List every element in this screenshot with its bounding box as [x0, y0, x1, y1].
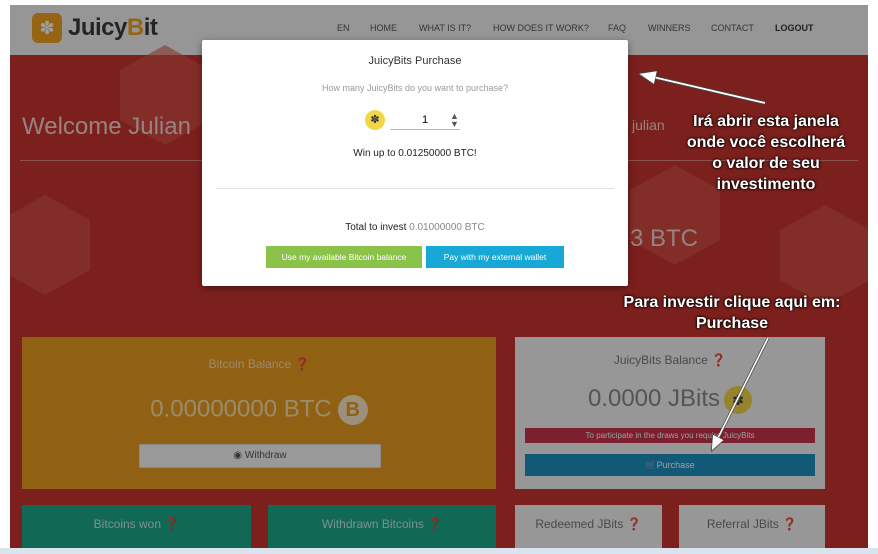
win-up-to-text: Win up to 0.01250000 BTC!	[353, 148, 477, 159]
os-taskbar	[0, 548, 878, 554]
screenshot-frame: ✽ JuicyBit EN HOME WHAT IS IT? HOW DOES …	[0, 0, 878, 554]
juicybit-coin-icon: ✽	[365, 110, 385, 130]
stepper-down-icon[interactable]: ▼	[450, 119, 459, 129]
annotation-window-explanation: Irá abrir esta janela onde você escolher…	[686, 113, 846, 193]
pay-external-wallet-button[interactable]: Pay with my external wallet	[426, 246, 564, 268]
modal-divider	[216, 188, 614, 189]
annotation-purchase-explanation: Para investir clique aqui em: Purchase	[623, 294, 841, 332]
use-bitcoin-balance-button[interactable]: Use my available Bitcoin balance	[266, 246, 422, 268]
modal-title: JuicyBits Purchase	[368, 55, 462, 67]
quantity-stepper[interactable]: ▲ ▼	[450, 112, 459, 129]
juicybits-purchase-modal: JuicyBits Purchase How many JuicyBits do…	[202, 40, 628, 286]
total-label: Total to invest	[345, 222, 407, 233]
total-to-invest: Total to invest 0.01000000 BTC	[202, 222, 628, 233]
total-amount: 0.01000000 BTC	[409, 222, 485, 233]
modal-question: How many JuicyBits do you want to purcha…	[321, 83, 509, 93]
